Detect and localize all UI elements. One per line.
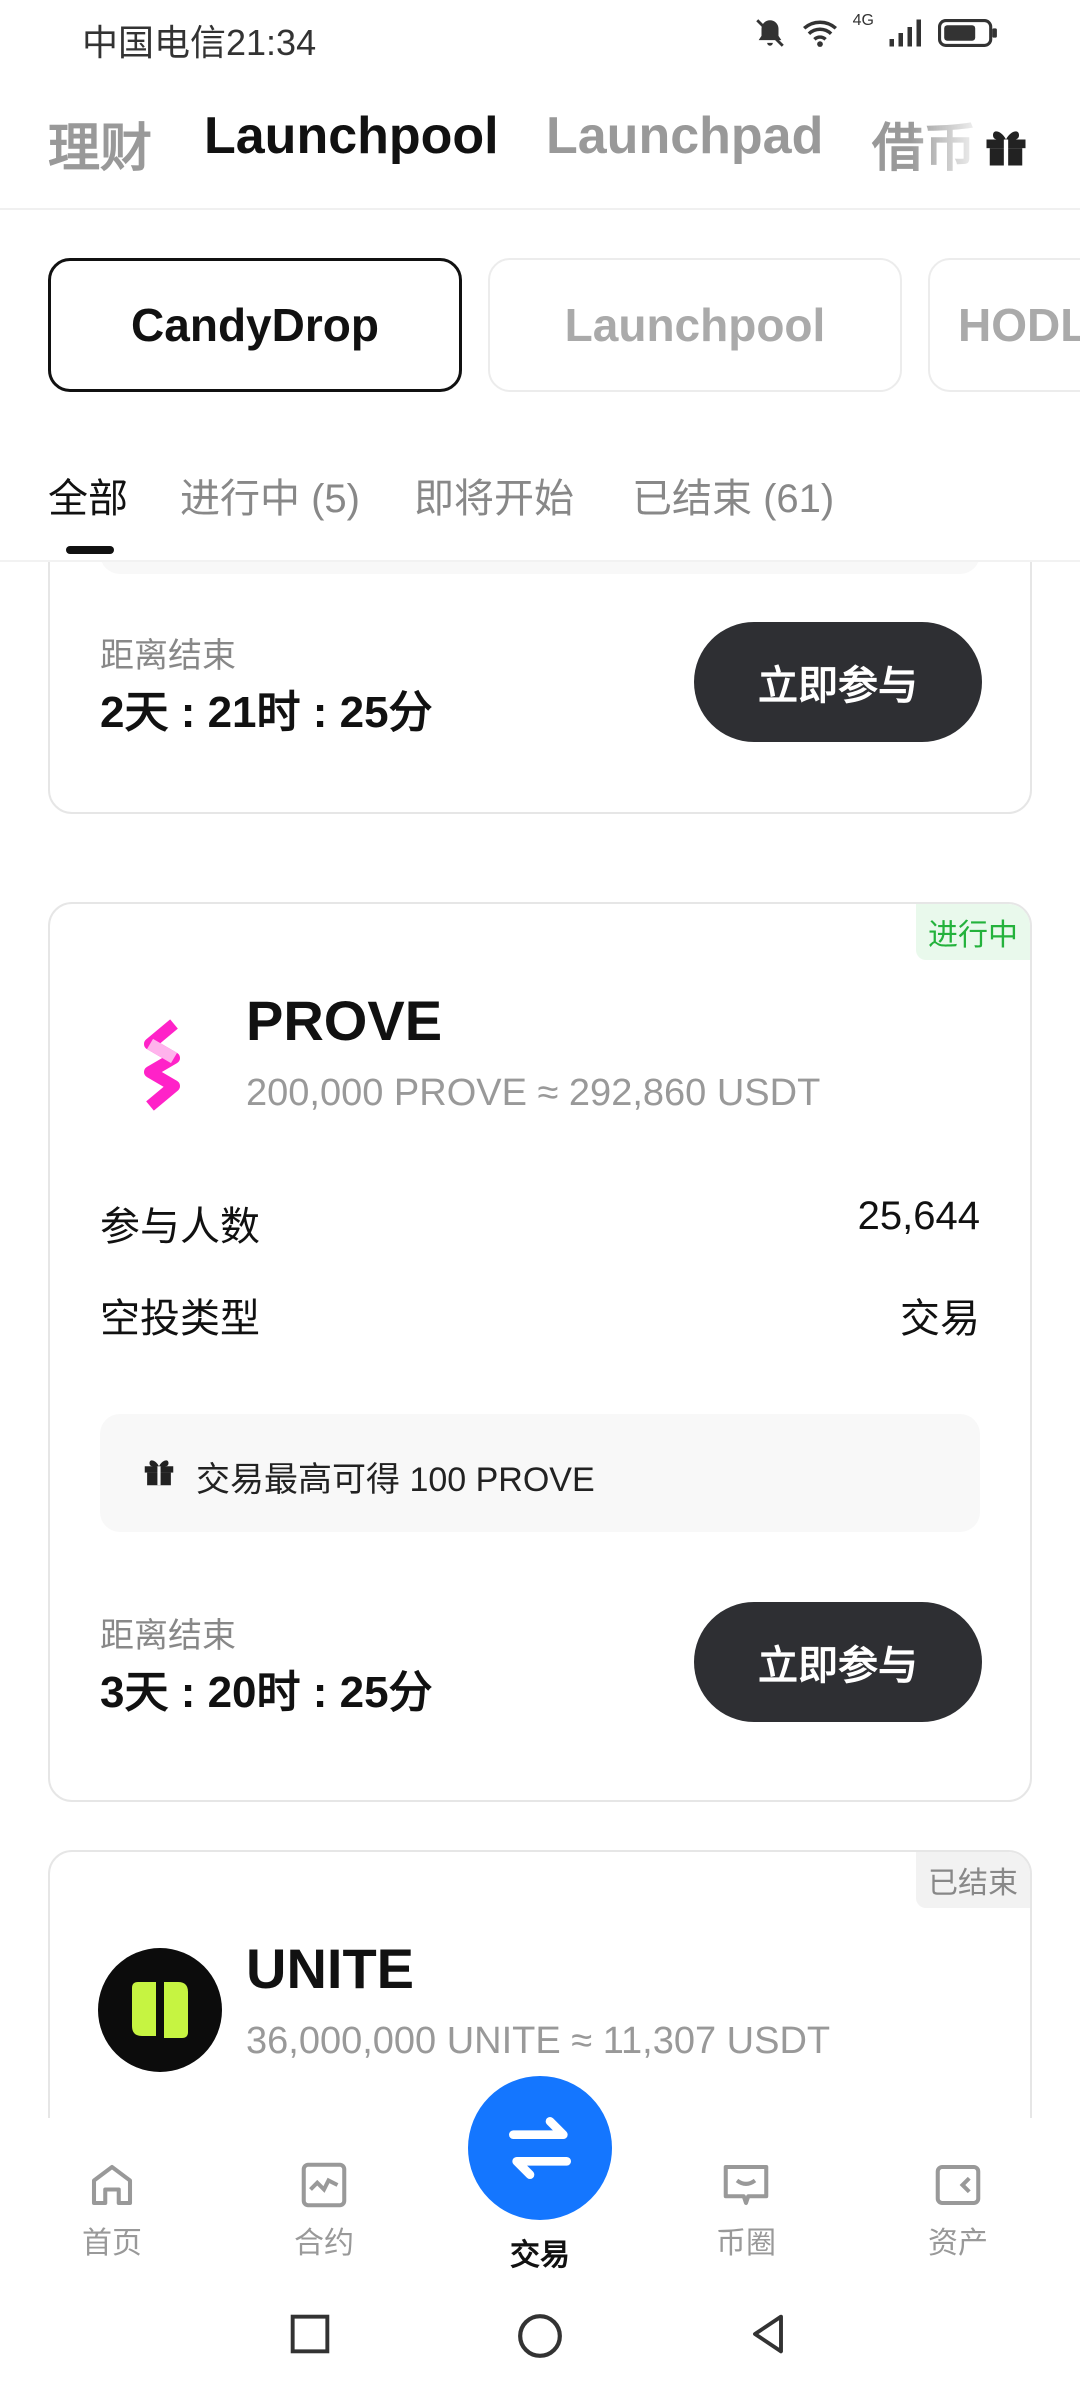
- product-pills: CandyDrop Launchpool HODL: [0, 258, 1080, 394]
- tip-box-remnant: [100, 562, 980, 574]
- prove-logo-icon: [144, 1019, 180, 1111]
- gift-icon: [144, 1460, 174, 1486]
- campaign-pool: 36,000,000 UNITE ≈ 11,307 USDT: [246, 2020, 831, 2062]
- carrier-time: 中国电信21:34: [82, 22, 317, 63]
- campaign-pool: 200,000 PROVE ≈ 292,860 USDT: [246, 1072, 821, 1114]
- filter-active-indicator: [66, 546, 114, 554]
- recent-apps-icon[interactable]: [284, 2308, 336, 2360]
- campaign-title: PROVE: [246, 989, 443, 1052]
- battery-icon: [938, 19, 997, 47]
- airdrop-type-value: 交易: [900, 1297, 980, 1341]
- wifi-icon: [802, 20, 837, 47]
- signal-icon: [889, 19, 921, 47]
- nav-home-label: 首页: [82, 2227, 142, 2260]
- status-filters: 全部 进行中 (5) 即将开始 已结束 (61): [0, 466, 1080, 562]
- nav-futures-label: 合约: [294, 2227, 354, 2260]
- status-icons: 4G: [753, 12, 1000, 50]
- chat-icon: [723, 2164, 769, 2206]
- back-icon[interactable]: [742, 2308, 794, 2360]
- filter-upcoming[interactable]: 即将开始: [414, 466, 574, 524]
- system-nav-bar: [0, 2278, 1080, 2400]
- top-nav: 理财 Launchpool Launchpad 借币: [0, 100, 1080, 210]
- nav-community-label: 币圈: [716, 2227, 776, 2260]
- nav-home[interactable]: 首页: [42, 2158, 182, 2262]
- swap-icon: [509, 2117, 571, 2179]
- nav-trade-button[interactable]: [468, 2076, 612, 2220]
- campaign-list[interactable]: 距离结束 2天 : 21时 : 25分 立即参与 进行中 PROVE 200,0…: [0, 562, 1080, 2118]
- tab-licai[interactable]: 理财: [48, 106, 152, 181]
- join-button[interactable]: 立即参与: [694, 1602, 982, 1722]
- campaign-card-prove[interactable]: 进行中 PROVE 200,000 PROVE ≈ 292,860 USDT 参…: [48, 902, 1032, 1802]
- tab-launchpad[interactable]: Launchpad: [546, 106, 823, 166]
- nav-trade-label: 交易: [510, 2239, 570, 2272]
- wallet-icon: [935, 2164, 981, 2206]
- network-label: 4G: [852, 12, 874, 29]
- nav-assets[interactable]: 资产: [888, 2158, 1028, 2262]
- reward-tip-text: 交易最高可得 100 PROVE: [196, 1461, 595, 1499]
- airdrop-type-label: 空投类型: [100, 1297, 260, 1341]
- participants-label: 参与人数: [100, 1205, 260, 1249]
- chart-icon: [301, 2162, 347, 2208]
- filter-all[interactable]: 全部: [48, 466, 128, 524]
- nav-community[interactable]: 币圈: [676, 2158, 816, 2262]
- home-icon: [91, 2164, 133, 2206]
- prove-logo: [98, 1000, 222, 1124]
- join-button[interactable]: 立即参与: [694, 622, 982, 742]
- participants-value: 25,644: [857, 1194, 980, 1238]
- campaign-title: UNITE: [246, 1937, 414, 2000]
- home-circle-icon[interactable]: [512, 2308, 568, 2364]
- campaign-card: 距离结束 2天 : 21时 : 25分 立即参与: [48, 562, 1032, 814]
- status-badge: 进行中: [916, 904, 1030, 960]
- filter-ongoing[interactable]: 进行中 (5): [180, 466, 360, 524]
- end-label: 距离结束: [100, 1617, 236, 1655]
- tab-launchpool[interactable]: Launchpool: [204, 106, 499, 166]
- gift-button[interactable]: [976, 116, 1036, 176]
- pill-launchpool[interactable]: Launchpool: [488, 258, 902, 392]
- bottom-nav: 首页 合约 交易 币圈 资产: [0, 2076, 1080, 2278]
- pill-candydrop[interactable]: CandyDrop: [48, 258, 462, 392]
- unite-logo: [98, 1948, 222, 2072]
- nav-futures[interactable]: 合约: [254, 2158, 394, 2262]
- unite-logo-icon: [132, 1982, 188, 2038]
- nav-assets-label: 资产: [928, 2227, 988, 2260]
- reward-tip: 交易最高可得 100 PROVE: [100, 1414, 980, 1532]
- gift-icon: [986, 131, 1026, 166]
- filter-ended[interactable]: 已结束 (61): [632, 466, 834, 524]
- end-label: 距离结束: [100, 637, 236, 675]
- status-bar: 中国电信21:34 4G: [0, 0, 1080, 72]
- countdown: 3天 : 20时 : 25分: [100, 1668, 433, 1717]
- mute-bell-icon: [755, 19, 784, 47]
- countdown: 2天 : 21时 : 25分: [100, 688, 433, 737]
- pill-hodl[interactable]: HODL: [928, 258, 1080, 392]
- status-badge: 已结束: [916, 1852, 1030, 1908]
